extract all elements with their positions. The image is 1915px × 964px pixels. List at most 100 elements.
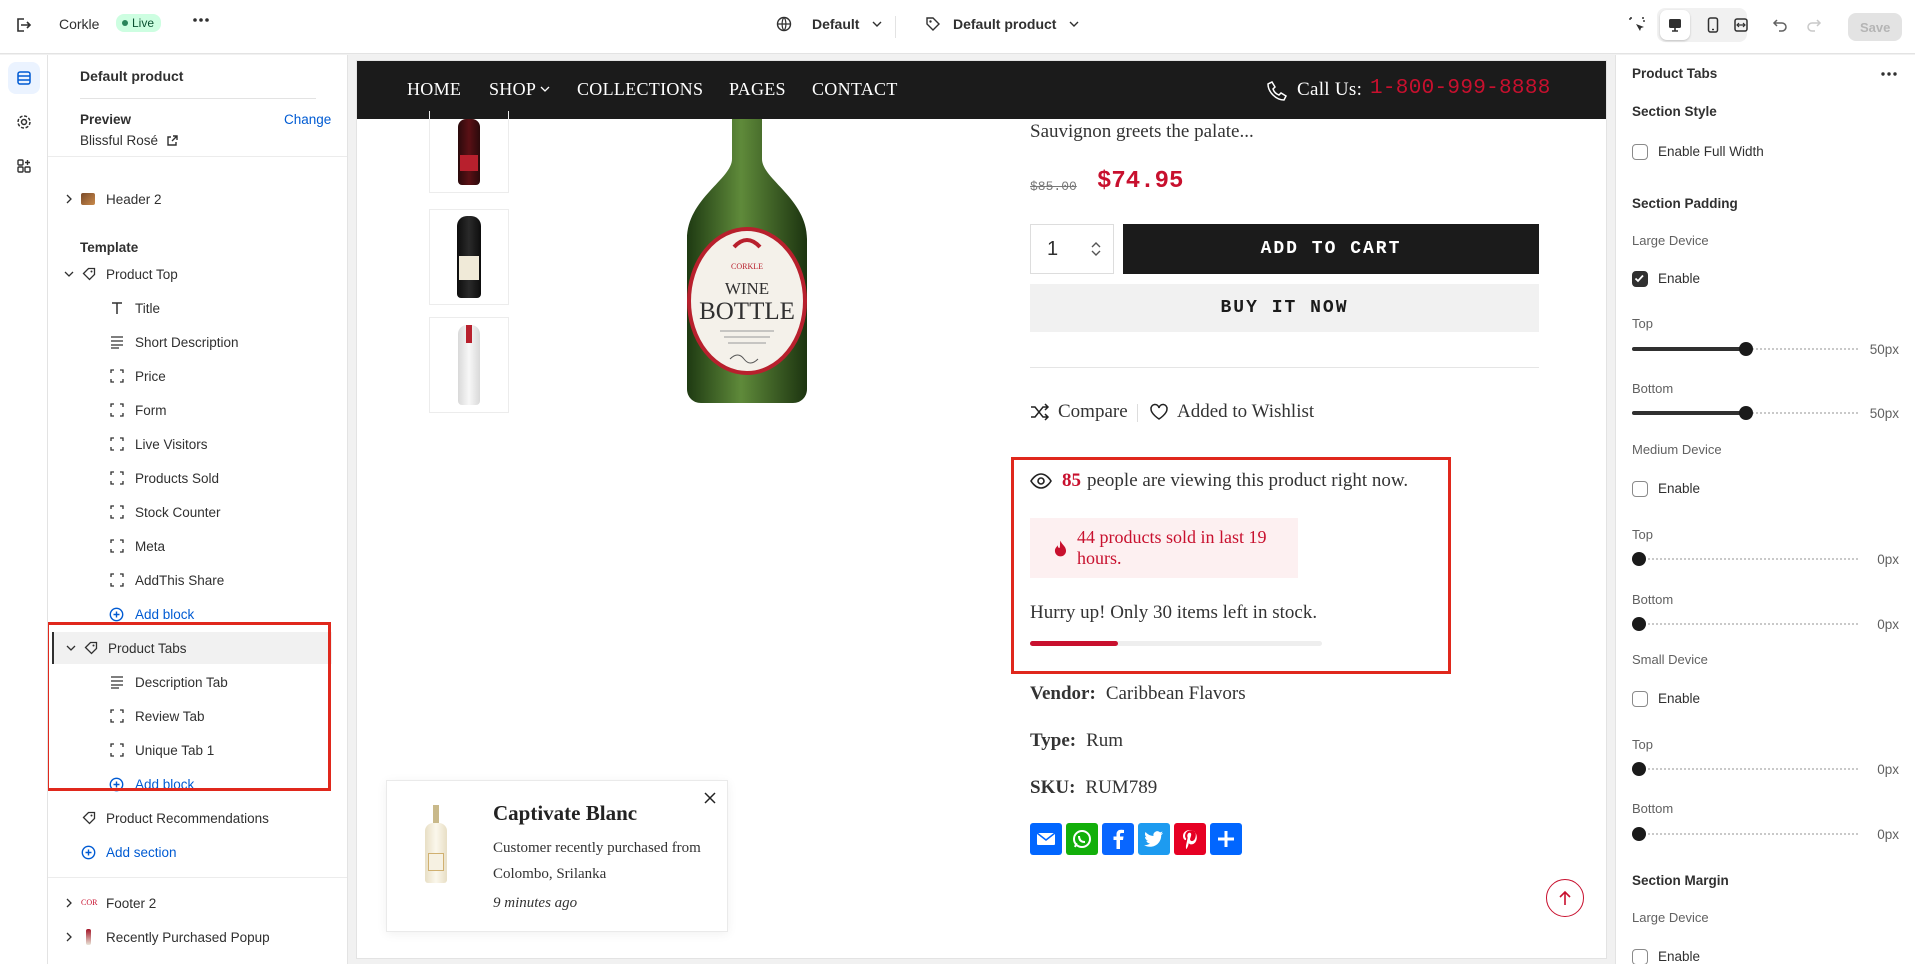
compare-link[interactable]: Compare — [1030, 401, 1128, 423]
tag-icon — [82, 811, 96, 825]
wishlist-link[interactable]: Added to Wishlist — [1149, 401, 1314, 423]
settings-gear-icon[interactable] — [8, 106, 40, 138]
plus-circle-icon — [81, 845, 96, 860]
inspector-icon[interactable] — [1628, 16, 1646, 34]
block-frame-icon — [110, 471, 124, 485]
nav-home[interactable]: HOME — [407, 79, 461, 100]
sidebar-item-footer[interactable]: COR Footer 2 — [48, 887, 347, 919]
block-products-sold[interactable]: Products Sold — [48, 462, 347, 494]
block-frame-icon — [110, 505, 124, 519]
template-selector[interactable]: Default product — [925, 16, 1080, 32]
sidebar-title: Default product — [80, 68, 184, 84]
sidebar-item-product-top[interactable]: Product Top — [48, 258, 347, 290]
medium-bottom-slider[interactable] — [1632, 616, 1860, 632]
settings-panel: Product Tabs Section Style Enable Full W… — [1615, 55, 1915, 964]
phone-number[interactable]: 1-800-999-8888 — [1370, 77, 1551, 100]
main-product-image[interactable]: CORKLE WINE BOTTLE — [682, 119, 812, 404]
block-stock-counter[interactable]: Stock Counter — [48, 496, 347, 528]
close-icon[interactable] — [703, 791, 717, 805]
block-price[interactable]: Price — [48, 360, 347, 392]
pinterest-share-icon[interactable] — [1174, 823, 1206, 855]
plus-circle-icon — [109, 607, 124, 622]
large-device-label: Large Device — [1632, 233, 1709, 248]
desktop-icon[interactable] — [1660, 10, 1690, 40]
margin-enable-label: Enable — [1658, 949, 1701, 964]
large-enable-checkbox[interactable] — [1632, 271, 1648, 287]
block-meta[interactable]: Meta — [48, 530, 347, 562]
store-nav: HOME SHOP COLLECTIONS PAGES CONTACT Call… — [357, 61, 1606, 119]
email-share-icon[interactable] — [1030, 823, 1062, 855]
chevron-down-icon — [872, 21, 882, 27]
recently-purchased-popup: Captivate Blanc Customer recently purcha… — [386, 780, 728, 932]
full-width-checkbox[interactable] — [1632, 144, 1648, 160]
type-row: Type: Rum — [1030, 730, 1124, 751]
product-thumbnail[interactable] — [429, 111, 509, 193]
tag-icon — [82, 267, 96, 281]
save-button[interactable]: Save — [1848, 13, 1903, 41]
product-description: Sauvignon greets the palate... — [1030, 121, 1254, 142]
buy-it-now-button[interactable]: BUY IT NOW — [1030, 284, 1539, 332]
whatsapp-share-icon[interactable] — [1066, 823, 1098, 855]
vendor-row: Vendor: Caribbean Flavors — [1030, 683, 1246, 704]
quantity-value: 1 — [1047, 237, 1059, 260]
preview-product[interactable]: Blissful Rosé — [80, 133, 178, 148]
large-top-value: 50px — [1869, 342, 1899, 357]
globe-icon — [776, 16, 792, 32]
facebook-share-icon[interactable] — [1102, 823, 1134, 855]
apps-icon[interactable] — [8, 150, 40, 182]
exit-icon[interactable] — [14, 16, 32, 34]
more-icon[interactable] — [1881, 72, 1897, 76]
fullscreen-icon[interactable] — [1726, 10, 1756, 40]
sections-icon[interactable] — [8, 62, 40, 94]
sidebar-item-header[interactable]: Header 2 — [48, 183, 347, 215]
medium-bottom-label: Bottom — [1632, 592, 1674, 607]
small-top-slider[interactable] — [1632, 761, 1860, 777]
small-bottom-slider[interactable] — [1632, 826, 1860, 842]
back-to-top-button[interactable] — [1546, 879, 1584, 917]
chevron-right-icon — [66, 932, 72, 942]
sidebar-item-recently-purchased[interactable]: Recently Purchased Popup — [48, 921, 347, 953]
small-enable-checkbox[interactable] — [1632, 691, 1648, 707]
sidebar-item-product-recommendations[interactable]: Product Recommendations — [48, 802, 347, 834]
stepper-arrows-icon[interactable] — [1091, 239, 1101, 259]
add-to-cart-button[interactable]: ADD TO CART — [1123, 224, 1539, 274]
block-form[interactable]: Form — [48, 394, 347, 426]
popup-text: Customer recently purchased from Colombo… — [493, 840, 701, 882]
paragraph-icon — [111, 336, 123, 349]
nav-shop[interactable]: SHOP — [489, 79, 550, 100]
preview-change-link[interactable]: Change — [284, 112, 331, 127]
large-top-slider[interactable] — [1632, 341, 1860, 357]
more-share-plus-icon[interactable] — [1210, 823, 1242, 855]
quantity-stepper[interactable]: 1 — [1030, 224, 1114, 274]
block-frame-icon — [110, 437, 124, 451]
add-section-button[interactable]: Add section — [48, 836, 347, 868]
bottle-brand: CORKLE — [731, 262, 763, 271]
small-top-label: Top — [1632, 737, 1653, 752]
mobile-icon[interactable] — [1698, 10, 1728, 40]
medium-top-value: 0px — [1877, 552, 1899, 567]
panel-title: Product Tabs — [1632, 66, 1718, 81]
popup-title[interactable]: Captivate Blanc — [493, 801, 637, 826]
nav-pages[interactable]: PAGES — [729, 79, 786, 100]
large-bottom-slider[interactable] — [1632, 405, 1860, 421]
bottle-label-line1: WINE — [725, 279, 769, 298]
theme-selector[interactable]: Default — [776, 16, 883, 32]
nav-collections[interactable]: COLLECTIONS — [577, 79, 703, 100]
more-icon[interactable] — [192, 17, 210, 23]
product-thumbnail[interactable] — [429, 317, 509, 413]
redo-icon[interactable] — [1806, 16, 1822, 32]
small-top-value: 0px — [1877, 762, 1899, 777]
undo-icon[interactable] — [1772, 16, 1788, 32]
medium-enable-checkbox[interactable] — [1632, 481, 1648, 497]
block-live-visitors[interactable]: Live Visitors — [48, 428, 347, 460]
product-thumbnail[interactable] — [429, 209, 509, 305]
margin-enable-checkbox[interactable] — [1632, 949, 1648, 964]
nav-contact[interactable]: CONTACT — [812, 79, 898, 100]
block-short-description[interactable]: Short Description — [48, 326, 347, 358]
preview-canvas: HOME SHOP COLLECTIONS PAGES CONTACT Call… — [348, 55, 1615, 964]
medium-top-slider[interactable] — [1632, 551, 1860, 567]
block-addthis-share[interactable]: AddThis Share — [48, 564, 347, 596]
editor-rail — [0, 55, 48, 964]
block-title[interactable]: Title — [48, 292, 347, 324]
twitter-share-icon[interactable] — [1138, 823, 1170, 855]
